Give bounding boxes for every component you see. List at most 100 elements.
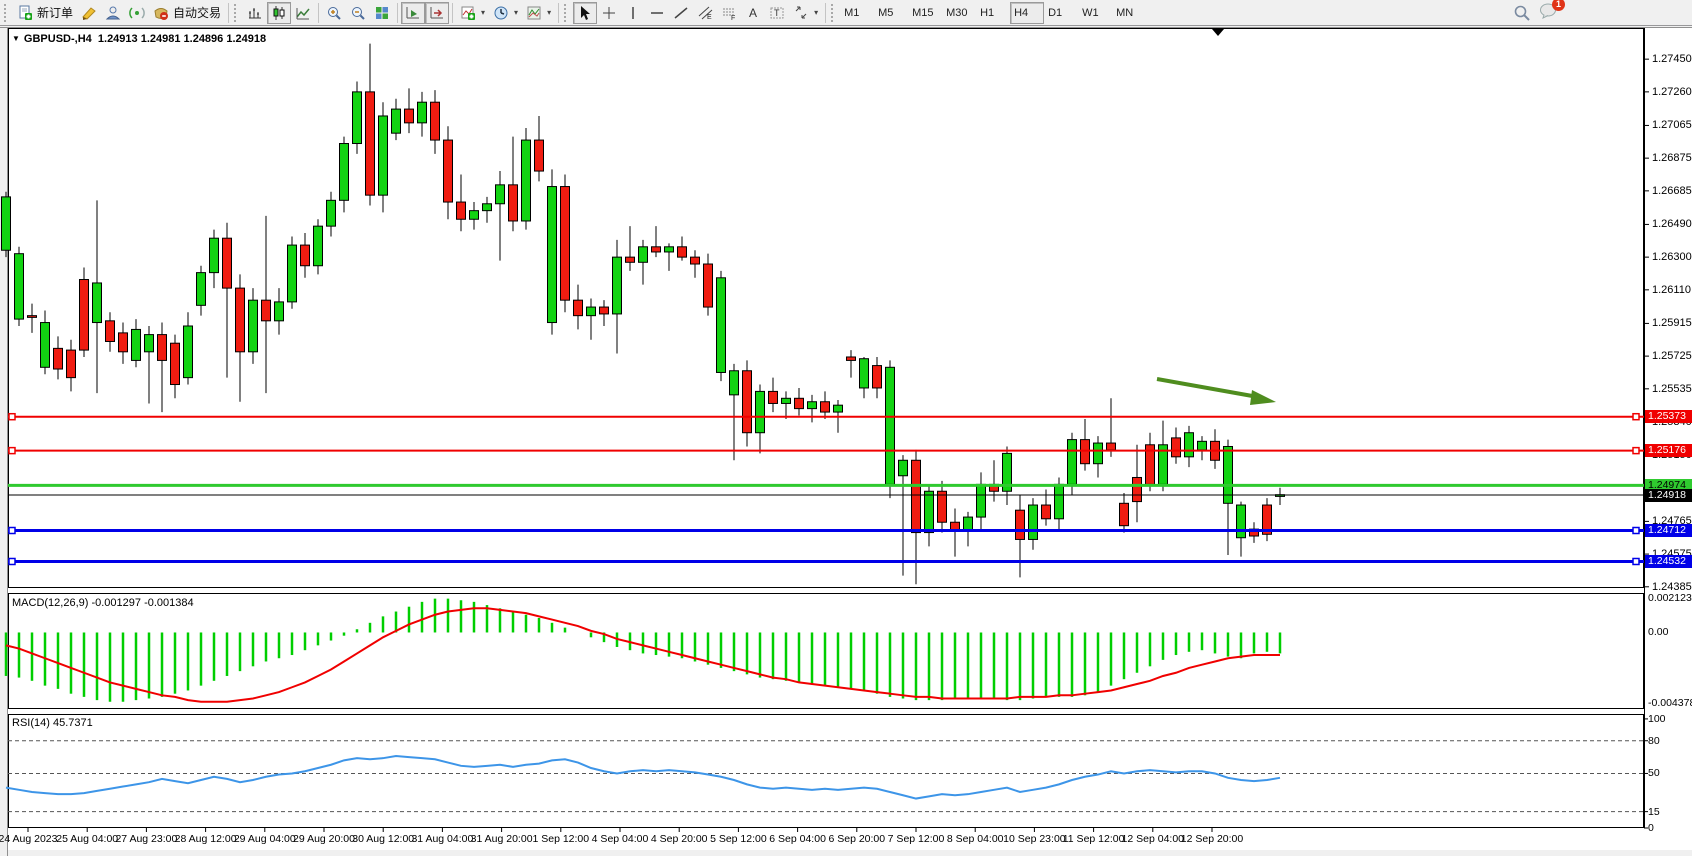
notification-badge: 1: [1552, 0, 1565, 11]
rsi-axis-tick: 15: [1648, 806, 1660, 818]
vertical-line-button[interactable]: [621, 2, 645, 24]
auto-trading-button[interactable]: 自动交易: [149, 2, 225, 24]
chart-canvas[interactable]: [0, 27, 1692, 856]
svg-text:E: E: [707, 14, 712, 21]
time-axis-label: 29 Aug 20:00: [293, 833, 355, 845]
crayon-button[interactable]: [77, 2, 101, 24]
horizontal-line-button[interactable]: [645, 2, 669, 24]
chat-button[interactable]: 1: [1539, 2, 1558, 24]
time-axis-label: 11 Sep 12:00: [1063, 833, 1125, 845]
vertical-line-icon: [625, 5, 641, 21]
rsi-axis-tick: 80: [1648, 735, 1660, 747]
toolbar-grip[interactable]: [564, 4, 569, 22]
new-order-icon: [17, 5, 33, 21]
toolbar-separator: [318, 3, 319, 23]
toolbar-grip[interactable]: [831, 4, 836, 22]
time-axis-label: 5 Sep 12:00: [710, 833, 767, 845]
timeframe-button-mn[interactable]: MN: [1112, 2, 1146, 24]
time-axis-label: 4 Sep 20:00: [651, 833, 708, 845]
toolbar-grip[interactable]: [4, 4, 9, 22]
cursor-button[interactable]: [573, 2, 597, 24]
fibonacci-button[interactable]: F: [717, 2, 741, 24]
chart-shift-button[interactable]: [425, 2, 449, 24]
time-axis-label: 25 Aug 04:00: [56, 833, 118, 845]
timeframe-button-m1[interactable]: M1: [840, 2, 874, 24]
timeframe-button-m5[interactable]: M5: [874, 2, 908, 24]
new-order-button[interactable]: 新订单: [13, 2, 77, 24]
macd-axis-tick: -0.004378: [1648, 697, 1692, 709]
zoom-in-button[interactable]: [322, 2, 346, 24]
timeframe-label: MN: [1116, 7, 1142, 19]
svg-text:F: F: [731, 15, 735, 21]
tile-windows-button[interactable]: [370, 2, 394, 24]
text-label-button[interactable]: T: [765, 2, 789, 24]
timeframe-button-w1[interactable]: W1: [1078, 2, 1112, 24]
timeframe-button-d1[interactable]: D1: [1044, 2, 1078, 24]
tile-windows-icon: [374, 5, 390, 21]
zoom-out-button[interactable]: [346, 2, 370, 24]
bar-chart-icon: [247, 5, 263, 21]
rsi-axis-tick: 100: [1648, 713, 1666, 725]
line-chart-button[interactable]: [291, 2, 315, 24]
candlestick-chart-button[interactable]: [267, 2, 291, 24]
macd-axis-tick: 0.00: [1648, 626, 1668, 638]
chevron-down-icon: ▾: [547, 8, 551, 17]
profiles-button[interactable]: [101, 2, 125, 24]
bar-chart-button[interactable]: [243, 2, 267, 24]
periods-button[interactable]: ▾: [489, 2, 522, 24]
macd-indicator-label: MACD(12,26,9) -0.001297 -0.001384: [12, 597, 194, 609]
crosshair-button[interactable]: [597, 2, 621, 24]
templates-button[interactable]: ▾: [522, 2, 555, 24]
price-line-label: 1.25176: [1645, 444, 1692, 457]
zoom-in-icon: [326, 5, 342, 21]
equidistant-channel-icon: E: [697, 5, 713, 21]
indicators-button[interactable]: ▾: [456, 2, 489, 24]
arrows-button[interactable]: ▾: [789, 2, 822, 24]
time-axis-label: 4 Sep 04:00: [592, 833, 649, 845]
price-line-label: 1.25373: [1645, 410, 1692, 423]
chevron-down-icon: ▾: [514, 8, 518, 17]
macd-axis-tick: 0.002123: [1648, 592, 1692, 604]
time-axis-label: 31 Aug 04:00: [411, 833, 473, 845]
timeframe-label: H1: [980, 7, 1006, 19]
timeframe-button-h1[interactable]: H1: [976, 2, 1010, 24]
time-axis-label: 30 Aug 12:00: [352, 833, 414, 845]
chevron-down-icon: ▾: [481, 8, 485, 17]
chart-window: ▼GBPUSD-,H4 1.24913 1.24981 1.24896 1.24…: [0, 27, 1692, 856]
time-axis-label: 12 Sep 20:00: [1181, 833, 1243, 845]
equidistant-channel-button[interactable]: E: [693, 2, 717, 24]
text-icon: A: [745, 5, 761, 21]
y-axis-tick: 1.26685: [1652, 185, 1692, 197]
symbol-collapse-icon[interactable]: ▼: [12, 34, 20, 43]
symbol-period-label: GBPUSD-,H4: [24, 33, 92, 45]
time-axis-label: 8 Sep 04:00: [947, 833, 1004, 845]
candlestick-chart-icon: [271, 5, 287, 21]
svg-text:A: A: [749, 6, 757, 20]
timeframe-button-m30[interactable]: M30: [942, 2, 976, 24]
y-axis-tick: 1.27065: [1652, 119, 1692, 131]
trendline-icon: [673, 5, 689, 21]
y-axis-tick: 1.26490: [1652, 218, 1692, 230]
y-axis-tick: 1.26300: [1652, 251, 1692, 263]
periods-clock-icon: [493, 5, 509, 21]
timeframe-label: W1: [1082, 7, 1108, 19]
time-axis-label: 28 Aug 12:00: [175, 833, 237, 845]
time-axis-label: 1 Sep 12:00: [532, 833, 589, 845]
timeframe-button-h4[interactable]: H4: [1010, 2, 1044, 24]
auto-trading-icon: [153, 5, 169, 21]
timeframe-label: D1: [1048, 7, 1074, 19]
time-axis-label: 24 Aug 2023: [0, 833, 57, 845]
y-axis-tick: 1.26875: [1652, 152, 1692, 164]
toolbar-grip[interactable]: [234, 4, 239, 22]
timeframe-bar: M1M5M15M30 H1 H4 D1 W1 MN: [840, 2, 1146, 24]
text-button[interactable]: A: [741, 2, 765, 24]
search-icon[interactable]: [1513, 4, 1531, 22]
signal-button[interactable]: [125, 2, 149, 24]
timeframe-button-m15[interactable]: M15: [908, 2, 942, 24]
rsi-axis-tick: 0: [1648, 822, 1654, 834]
y-axis-tick: 1.25725: [1652, 350, 1692, 362]
toolbar-separator: [228, 3, 229, 23]
chart-shift-icon: [429, 5, 445, 21]
auto-scroll-button[interactable]: [401, 2, 425, 24]
trendline-button[interactable]: [669, 2, 693, 24]
